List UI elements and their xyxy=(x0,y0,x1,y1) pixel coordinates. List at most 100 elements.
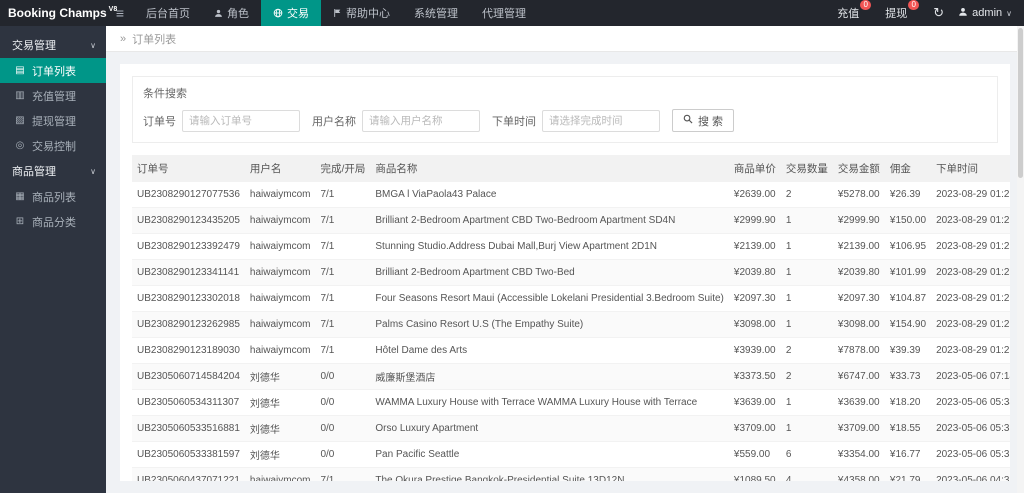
withdraw-label: 提现 xyxy=(885,5,907,21)
table-row: UB2305060437071221haiwaiymcom7/1The Okur… xyxy=(132,468,1010,482)
sidebar-item-withdraw[interactable]: ▨ 提现管理 xyxy=(0,108,106,133)
table-cell: ¥4358.00 xyxy=(833,468,885,482)
topnav-item-home[interactable]: 后台首页 xyxy=(134,0,202,26)
table-cell: 0/0 xyxy=(315,442,370,468)
table-cell: 1 xyxy=(781,312,833,338)
column-header: 商品名称 xyxy=(370,155,729,182)
sidebar-item-order-list[interactable]: ▤ 订单列表 xyxy=(0,58,106,83)
username: admin xyxy=(972,7,1002,19)
table-cell: UB2308290123262985 xyxy=(132,312,245,338)
order-no-field-group: 订单号 xyxy=(143,110,300,132)
brand-version: V8 xyxy=(109,6,118,13)
sidebar-item-goods-list[interactable]: ▦ 商品列表 xyxy=(0,184,106,209)
flag-icon xyxy=(333,8,342,18)
table-cell: 2023-08-29 01:23:34 xyxy=(931,260,1010,286)
sidebar-group-trade[interactable]: 交易管理 ∨ xyxy=(0,32,106,58)
sidebar-group-goods[interactable]: 商品管理 ∨ xyxy=(0,158,106,184)
table-cell: UB2308290123189030 xyxy=(132,338,245,364)
topnav-item-system[interactable]: 系统管理 xyxy=(402,0,470,26)
table-cell: 1 xyxy=(781,390,833,416)
vertical-scrollbar[interactable] xyxy=(1017,26,1024,493)
table-cell: 2 xyxy=(781,364,833,390)
table-row: UB2308290123262985haiwaiymcom7/1Palms Ca… xyxy=(132,312,1010,338)
chevron-down-icon: ∨ xyxy=(90,41,96,50)
table-cell: UB2305060437071221 xyxy=(132,468,245,482)
table-cell: UB2308290127077536 xyxy=(132,182,245,208)
table-cell: 刘德华 xyxy=(245,442,316,468)
username-input[interactable] xyxy=(362,110,480,132)
table-cell: 4 xyxy=(781,468,833,482)
username-field-group: 用户名称 xyxy=(312,110,480,132)
table-cell: ¥3939.00 xyxy=(729,338,781,364)
order-time-field-group: 下单时间 xyxy=(492,110,660,132)
table-cell: 威廉斯堡酒店 xyxy=(370,364,729,390)
goods-list-icon: ▦ xyxy=(14,191,26,202)
table-cell: UB2305060714584204 xyxy=(132,364,245,390)
user-avatar-icon xyxy=(958,7,968,20)
topnav-item-label: 交易 xyxy=(287,5,309,21)
table-cell: The Okura Prestige Bangkok-Presidential … xyxy=(370,468,729,482)
table-cell: ¥16.77 xyxy=(885,442,931,468)
table-cell: 刘德华 xyxy=(245,416,316,442)
table-cell: 7/1 xyxy=(315,208,370,234)
table-cell: 2023-05-06 05:33:38 xyxy=(931,442,1010,468)
topnav-item-help[interactable]: 帮助中心 xyxy=(321,0,402,26)
table-cell: ¥2139.00 xyxy=(729,234,781,260)
order-time-input[interactable] xyxy=(542,110,660,132)
topnav-right: 充值 0 提现 0 ↻ admin ∨ xyxy=(837,0,1024,26)
sidebar-item-recharge[interactable]: ▥ 充值管理 xyxy=(0,83,106,108)
user-menu[interactable]: admin ∨ xyxy=(958,7,1012,20)
topnav-item-agent[interactable]: 代理管理 xyxy=(470,0,538,26)
table-cell: 2023-05-06 07:14:58 xyxy=(931,364,1010,390)
sidebar-item-trade-control[interactable]: ◎ 交易控制 xyxy=(0,133,106,158)
globe-icon xyxy=(273,8,283,18)
column-header: 完成/开局 xyxy=(315,155,370,182)
table-cell: ¥3354.00 xyxy=(833,442,885,468)
table-cell: ¥3639.00 xyxy=(729,390,781,416)
table-cell: 1 xyxy=(781,416,833,442)
column-header: 商品单价 xyxy=(729,155,781,182)
column-header: 交易金额 xyxy=(833,155,885,182)
top-navbar: Booking Champs V8 ≡ 后台首页 角色 交易 帮助中心 系统管理 xyxy=(0,0,1024,26)
table-cell: ¥3373.50 xyxy=(729,364,781,390)
sidebar-item-label: 交易控制 xyxy=(32,138,76,154)
table-cell: ¥150.00 xyxy=(885,208,931,234)
trade-control-icon: ◎ xyxy=(14,140,26,151)
table-cell: haiwaiymcom xyxy=(245,312,316,338)
table-cell: Orso Luxury Apartment xyxy=(370,416,729,442)
table-cell: 2023-08-29 01:23:18 xyxy=(931,338,1010,364)
table-cell: WAMMA Luxury House with Terrace WAMMA Lu… xyxy=(370,390,729,416)
table-cell: ¥26.39 xyxy=(885,182,931,208)
refresh-icon[interactable]: ↻ xyxy=(933,5,944,21)
hamburger-icon[interactable]: ≡ xyxy=(106,0,134,26)
table-cell: 0/0 xyxy=(315,390,370,416)
topnav-item-role[interactable]: 角色 xyxy=(202,0,261,26)
table-cell: ¥106.95 xyxy=(885,234,931,260)
sidebar-group-label: 交易管理 xyxy=(12,37,56,53)
table-cell: Stunning Studio.Address Dubai Mall,Burj … xyxy=(370,234,729,260)
topnav-item-label: 后台首页 xyxy=(146,5,190,21)
table-cell: ¥21.79 xyxy=(885,468,931,482)
sidebar-item-goods-category[interactable]: ⊞ 商品分类 xyxy=(0,209,106,234)
order-no-input[interactable] xyxy=(182,110,300,132)
table-row: UB2305060714584204刘德华0/0威廉斯堡酒店¥3373.502¥… xyxy=(132,364,1010,390)
table-cell: ¥3709.00 xyxy=(833,416,885,442)
chevron-down-icon: ∨ xyxy=(90,167,96,176)
orders-table: 订单号用户名完成/开局商品名称商品单价交易数量交易金额佣金下单时间解冻时间交易状… xyxy=(132,155,1010,481)
table-cell: ¥2039.80 xyxy=(729,260,781,286)
table-row: UB2308290123302018haiwaiymcom7/1Four Sea… xyxy=(132,286,1010,312)
sidebar-item-label: 商品列表 xyxy=(32,189,76,205)
sidebar-item-label: 提现管理 xyxy=(32,113,76,129)
recharge-link[interactable]: 充值 0 xyxy=(837,5,871,21)
column-header: 用户名 xyxy=(245,155,316,182)
topnav-item-trade[interactable]: 交易 xyxy=(261,0,321,26)
table-cell: 7/1 xyxy=(315,260,370,286)
search-button[interactable]: 搜 索 xyxy=(672,109,734,132)
table-cell: ¥154.90 xyxy=(885,312,931,338)
table-cell: 2023-08-29 01:23:43 xyxy=(931,208,1010,234)
column-header: 交易数量 xyxy=(781,155,833,182)
scrollbar-thumb[interactable] xyxy=(1018,28,1023,178)
withdraw-badge: 0 xyxy=(908,0,919,10)
table-cell: haiwaiymcom xyxy=(245,338,316,364)
withdraw-link[interactable]: 提现 0 xyxy=(885,5,919,21)
